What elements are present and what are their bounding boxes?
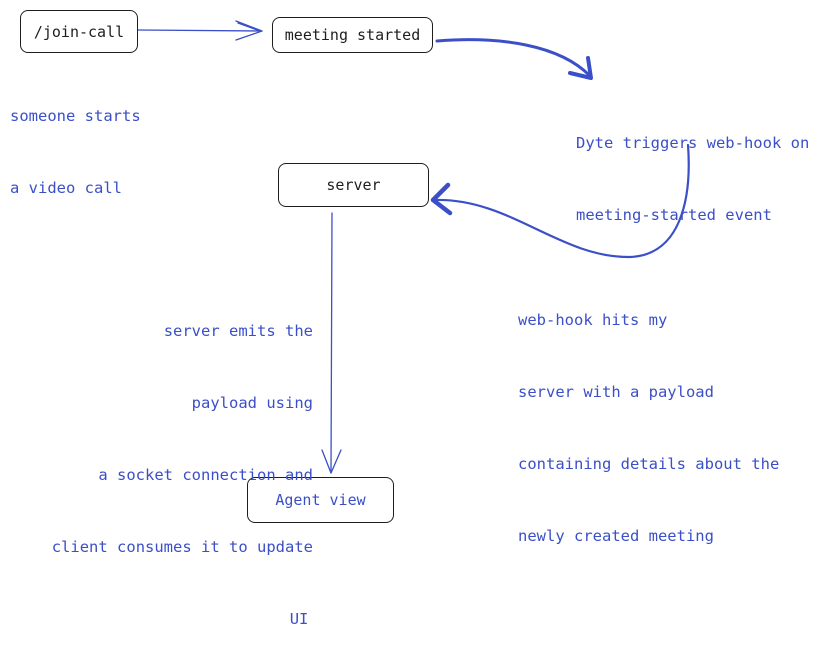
- note-line: server emits the: [163, 322, 313, 340]
- note-line: client consumes it to update: [51, 538, 313, 556]
- note-someone-starts: someone starts a video call: [10, 56, 141, 224]
- note-dyte-triggers: Dyte triggers web-hook on meeting-starte…: [576, 83, 809, 251]
- note-line: someone starts: [10, 107, 141, 125]
- note-line: a socket connection and: [98, 466, 313, 484]
- node-label: server: [326, 176, 381, 194]
- note-line: UI: [289, 610, 309, 628]
- arrow-join-to-meeting: [137, 20, 263, 41]
- arrow-meeting-to-dyte: [435, 38, 593, 80]
- note-line: payload using: [191, 394, 313, 412]
- note-line: Dyte triggers web-hook on: [576, 134, 810, 152]
- join-call-node: /join-call: [20, 10, 138, 53]
- node-label: meeting started: [284, 26, 421, 44]
- note-webhook-hits: web-hook hits my server with a payload c…: [518, 260, 779, 572]
- note-server-emits: server emits the payload using a socket …: [52, 271, 313, 655]
- note-line: meeting-started event: [576, 206, 772, 224]
- server-node: server: [278, 163, 429, 207]
- note-line: web-hook hits my: [518, 311, 668, 329]
- arrow-server-to-agent: [321, 212, 342, 474]
- note-line: server with a payload: [518, 383, 714, 401]
- note-line: a video call: [10, 179, 122, 197]
- note-line: containing details about the: [518, 455, 780, 473]
- note-line: newly created meeting: [518, 527, 714, 545]
- node-label: /join-call: [33, 22, 125, 41]
- meeting-started-node: meeting started: [272, 17, 433, 53]
